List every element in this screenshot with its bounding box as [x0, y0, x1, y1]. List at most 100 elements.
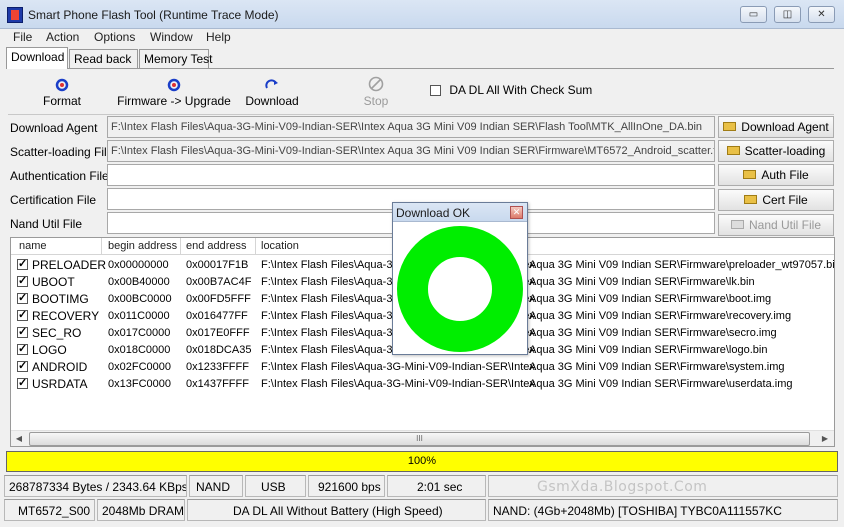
auth-field[interactable] — [107, 164, 715, 186]
scatter-button[interactable]: Scatter-loading — [718, 140, 834, 162]
format-button[interactable]: Format — [38, 78, 86, 108]
row-begin-address: 0x017C0000 — [108, 327, 171, 339]
download-icon — [265, 79, 278, 89]
row-checkbox[interactable] — [17, 291, 28, 304]
toolbar-separator — [8, 114, 834, 115]
row-name: SEC_RO — [32, 326, 82, 340]
stop-button[interactable]: Stop — [360, 76, 392, 108]
menu-bar: File Action Options Window Help — [0, 29, 844, 46]
checksum-checkbox[interactable] — [430, 85, 441, 97]
row-end-address: 0x1437FFFF — [186, 378, 249, 390]
download-button[interactable]: Download — [244, 78, 300, 108]
stop-label: Stop — [363, 94, 389, 108]
menu-help[interactable]: Help — [206, 30, 231, 44]
firmware-upgrade-label: Firmware -> Upgrade — [117, 94, 231, 108]
row-location-end: Aqua 3G Mini V09 Indian SER\Firmware\boo… — [529, 293, 772, 305]
row-name: BOOTIMG — [32, 292, 89, 306]
row-checkbox[interactable] — [17, 325, 28, 338]
row-end-address: 0x1233FFFF — [186, 361, 249, 373]
horizontal-scrollbar[interactable]: ◀ III ▶ — [11, 430, 834, 446]
row-begin-address: 0x00B40000 — [108, 276, 170, 288]
status-bytes: 268787334 Bytes / 2343.64 KBps — [4, 475, 187, 497]
title-bar: Smart Phone Flash Tool (Runtime Trace Mo… — [0, 0, 844, 29]
close-button[interactable]: ✕ — [808, 6, 835, 23]
dialog-close-button[interactable]: ✕ — [510, 206, 523, 219]
download-agent-button[interactable]: Download Agent — [718, 116, 834, 138]
col-location[interactable]: location — [261, 240, 299, 252]
minimize-button[interactable]: ▭ — [740, 6, 767, 23]
row-begin-address: 0x13FC0000 — [108, 378, 171, 390]
auth-file-button[interactable]: Auth File — [718, 164, 834, 186]
scroll-thumb[interactable]: III — [29, 432, 810, 446]
row-checkbox[interactable] — [17, 274, 28, 287]
table-row[interactable]: ANDROID 0x02FC0000 0x1233FFFF F:\Intex Flas… — [11, 358, 834, 375]
row-location: F:\Intex Flash Files\Aqua-3G-Mini-V09-In… — [261, 378, 535, 390]
tab-memory-test[interactable]: Memory Test — [139, 49, 212, 68]
checksum-option[interactable]: DA DL All With Check Sum — [430, 83, 592, 97]
row-location-end: Aqua 3G Mini V09 Indian SER\Firmware\sec… — [529, 327, 777, 339]
col-end[interactable]: end address — [186, 240, 247, 252]
row-name: ANDROID — [32, 360, 88, 374]
tab-read-back[interactable]: Read back — [69, 49, 138, 68]
row-checkbox[interactable] — [17, 359, 28, 372]
folder-icon — [744, 195, 758, 205]
scroll-left-arrow[interactable]: ◀ — [11, 431, 27, 446]
auth-label: Authentication File — [10, 169, 109, 183]
download-agent-field[interactable]: F:\Intex Flash Files\Aqua-3G-Mini-V09-In… — [107, 116, 715, 138]
cert-file-button[interactable]: Cert File — [718, 189, 834, 211]
row-name: UBOOT — [32, 275, 75, 289]
col-name[interactable]: name — [19, 240, 47, 252]
toolbar: Format Firmware -> Upgrade Download Stop… — [8, 72, 834, 114]
row-name: LOGO — [32, 343, 67, 357]
row-location: F:\Intex Flash Files\Aqua-3G-Mini-V09-In… — [261, 361, 535, 373]
folder-icon — [726, 146, 740, 156]
progress-label: 100% — [407, 455, 437, 467]
status-storage: NAND — [189, 475, 243, 497]
dialog-title-bar: Download OK ✕ — [393, 203, 527, 222]
cert-label: Certification File — [10, 193, 97, 207]
format-label: Format — [42, 94, 81, 108]
scroll-right-arrow[interactable]: ▶ — [817, 431, 833, 446]
row-begin-address: 0x02FC0000 — [108, 361, 171, 373]
status-mode: DA DL All Without Battery (High Speed) — [187, 499, 486, 521]
cert-file-button-label: Cert File — [762, 193, 808, 207]
row-end-address: 0x00FD5FFF — [186, 293, 251, 305]
row-checkbox[interactable] — [17, 308, 28, 321]
tab-download[interactable]: Download — [6, 47, 68, 69]
col-divider — [180, 238, 181, 254]
row-location-end: Aqua 3G Mini V09 Indian SER\Firmware\lk.… — [529, 276, 755, 288]
window-title: Smart Phone Flash Tool (Runtime Trace Mo… — [28, 8, 279, 22]
row-location-end: Aqua 3G Mini V09 Indian SER\Firmware\use… — [529, 378, 793, 390]
row-end-address: 0x017E0FFF — [186, 327, 250, 339]
status-dram: 2048Mb DRAM — [97, 499, 185, 521]
row-name: PRELOADER — [32, 258, 107, 272]
row-checkbox[interactable] — [17, 376, 28, 389]
row-begin-address: 0x018C0000 — [108, 344, 171, 356]
format-icon — [55, 78, 69, 92]
col-divider — [101, 238, 102, 254]
menu-window[interactable]: Window — [150, 30, 193, 44]
dialog-title: Download OK — [396, 206, 471, 220]
row-end-address: 0x016477FF — [186, 310, 248, 322]
menu-options[interactable]: Options — [94, 30, 135, 44]
col-begin[interactable]: begin address — [108, 240, 177, 252]
menu-action[interactable]: Action — [46, 30, 79, 44]
progress-bar: 100% — [6, 451, 838, 472]
download-ok-dialog: Download OK ✕ — [392, 202, 528, 355]
folder-icon — [723, 122, 737, 132]
row-checkbox[interactable] — [17, 257, 28, 270]
table-row[interactable]: USRDATA 0x13FC0000 0x1437FFFF F:\Intex Flas… — [11, 375, 834, 392]
row-end-address: 0x00B7AC4F — [186, 276, 252, 288]
menu-file[interactable]: File — [13, 30, 32, 44]
row-location-start: F:\Intex Flash Files\Aqua-3G-Mini-V09-In… — [261, 361, 535, 373]
row-location-end: Aqua 3G Mini V09 Indian SER\Firmware\rec… — [529, 310, 792, 322]
nand-util-button[interactable]: Nand Util File — [718, 214, 834, 236]
status-time: 2:01 sec — [387, 475, 486, 497]
row-checkbox[interactable] — [17, 342, 28, 355]
maximize-button[interactable]: ◫ — [774, 6, 801, 23]
status-baud: 921600 bps — [308, 475, 385, 497]
download-label: Download — [245, 94, 299, 108]
row-location-end: Aqua 3G Mini V09 Indian SER\Firmware\pre… — [529, 259, 835, 271]
scatter-field[interactable]: F:\Intex Flash Files\Aqua-3G-Mini-V09-In… — [107, 140, 715, 162]
firmware-upgrade-button[interactable]: Firmware -> Upgrade — [113, 78, 235, 108]
